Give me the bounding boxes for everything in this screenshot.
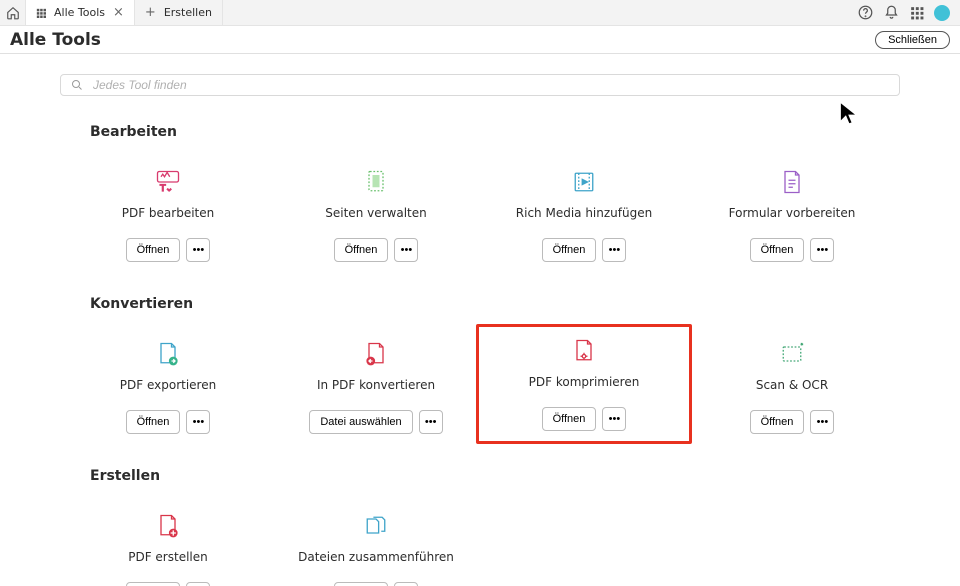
tool-organize-pages: Seiten verwalten Öffnen ••• xyxy=(272,156,480,268)
search-input[interactable] xyxy=(93,78,889,92)
tool-label: Rich Media hinzufügen xyxy=(516,206,652,220)
scan-ocr-icon xyxy=(778,340,806,368)
open-button[interactable]: Öffnen xyxy=(750,410,805,434)
convert-to-pdf-icon xyxy=(362,340,390,368)
tool-rich-media: Rich Media hinzufügen Öffnen ••• xyxy=(480,156,688,268)
more-button[interactable]: ••• xyxy=(810,238,834,262)
section-title-edit: Bearbeiten xyxy=(90,124,900,140)
search-icon xyxy=(71,79,83,91)
tool-label: PDF komprimieren xyxy=(529,375,640,389)
tool-label: Formular vorbereiten xyxy=(729,206,856,220)
more-button[interactable]: ••• xyxy=(186,410,210,434)
home-button[interactable] xyxy=(0,0,26,25)
close-button[interactable]: Schließen xyxy=(875,31,950,49)
open-button[interactable]: Öffnen xyxy=(542,238,597,262)
tool-create-pdf-convert: In PDF konvertieren Datei auswählen ••• xyxy=(272,328,480,440)
open-button[interactable]: Öffnen xyxy=(126,410,181,434)
more-button[interactable]: ••• xyxy=(186,238,210,262)
organize-pages-icon xyxy=(362,168,390,196)
help-icon[interactable] xyxy=(856,4,874,22)
tool-create-pdf: PDF erstellen Öffnen ••• xyxy=(64,500,272,586)
tool-scan-ocr: Scan & OCR Öffnen ••• xyxy=(688,328,896,440)
combine-files-icon xyxy=(362,512,390,540)
more-button[interactable]: ••• xyxy=(394,238,418,262)
tool-label: PDF bearbeiten xyxy=(122,206,215,220)
tool-combine-files: Dateien zusammenführen Öffnen ••• xyxy=(272,500,480,586)
svg-text:T⌄: T⌄ xyxy=(159,184,173,194)
tool-label: Dateien zusammenführen xyxy=(298,550,454,564)
tool-label: Seiten verwalten xyxy=(325,206,426,220)
prepare-form-icon xyxy=(778,168,806,196)
open-button[interactable]: Öffnen xyxy=(750,238,805,262)
page-title: Alle Tools xyxy=(10,30,101,50)
tool-compress-pdf: PDF komprimieren Öffnen ••• xyxy=(476,324,692,444)
tab-label: Alle Tools xyxy=(54,6,105,19)
more-button[interactable]: ••• xyxy=(419,410,443,434)
tool-export-pdf: PDF exportieren Öffnen ••• xyxy=(64,328,272,440)
more-button[interactable]: ••• xyxy=(186,582,210,586)
more-button[interactable]: ••• xyxy=(810,410,834,434)
tab-close-icon[interactable]: × xyxy=(113,5,124,20)
open-button[interactable]: Öffnen xyxy=(334,238,389,262)
compress-pdf-icon xyxy=(570,337,598,365)
open-button[interactable]: Öffnen xyxy=(542,407,597,431)
rich-media-icon xyxy=(570,168,598,196)
apps-grid-icon[interactable] xyxy=(908,4,926,22)
open-button[interactable]: Öffnen xyxy=(126,582,181,586)
tool-label: PDF erstellen xyxy=(128,550,208,564)
plus-icon: + xyxy=(145,5,156,20)
select-file-button[interactable]: Datei auswählen xyxy=(309,410,412,434)
search-box[interactable] xyxy=(60,74,900,96)
export-pdf-icon xyxy=(154,340,182,368)
more-button[interactable]: ••• xyxy=(602,407,626,431)
tool-edit-pdf: T⌄ PDF bearbeiten Öffnen ••• xyxy=(64,156,272,268)
tab-all-tools[interactable]: Alle Tools × xyxy=(26,0,135,25)
create-pdf-icon xyxy=(154,512,182,540)
bell-icon[interactable] xyxy=(882,4,900,22)
tab-create[interactable]: + Erstellen xyxy=(135,0,223,25)
more-button[interactable]: ••• xyxy=(602,238,626,262)
tool-label: PDF exportieren xyxy=(120,378,216,392)
open-button[interactable]: Öffnen xyxy=(126,238,181,262)
section-title-create: Erstellen xyxy=(90,468,900,484)
grid-icon xyxy=(36,8,46,18)
tool-label: Scan & OCR xyxy=(756,378,828,392)
tool-label: In PDF konvertieren xyxy=(317,378,435,392)
open-button[interactable]: Öffnen xyxy=(334,582,389,586)
edit-pdf-icon: T⌄ xyxy=(154,168,182,196)
tab-label: Erstellen xyxy=(164,6,212,19)
tool-prepare-form: Formular vorbereiten Öffnen ••• xyxy=(688,156,896,268)
more-button[interactable]: ••• xyxy=(394,582,418,586)
avatar[interactable] xyxy=(934,5,950,21)
section-title-convert: Konvertieren xyxy=(90,296,900,312)
